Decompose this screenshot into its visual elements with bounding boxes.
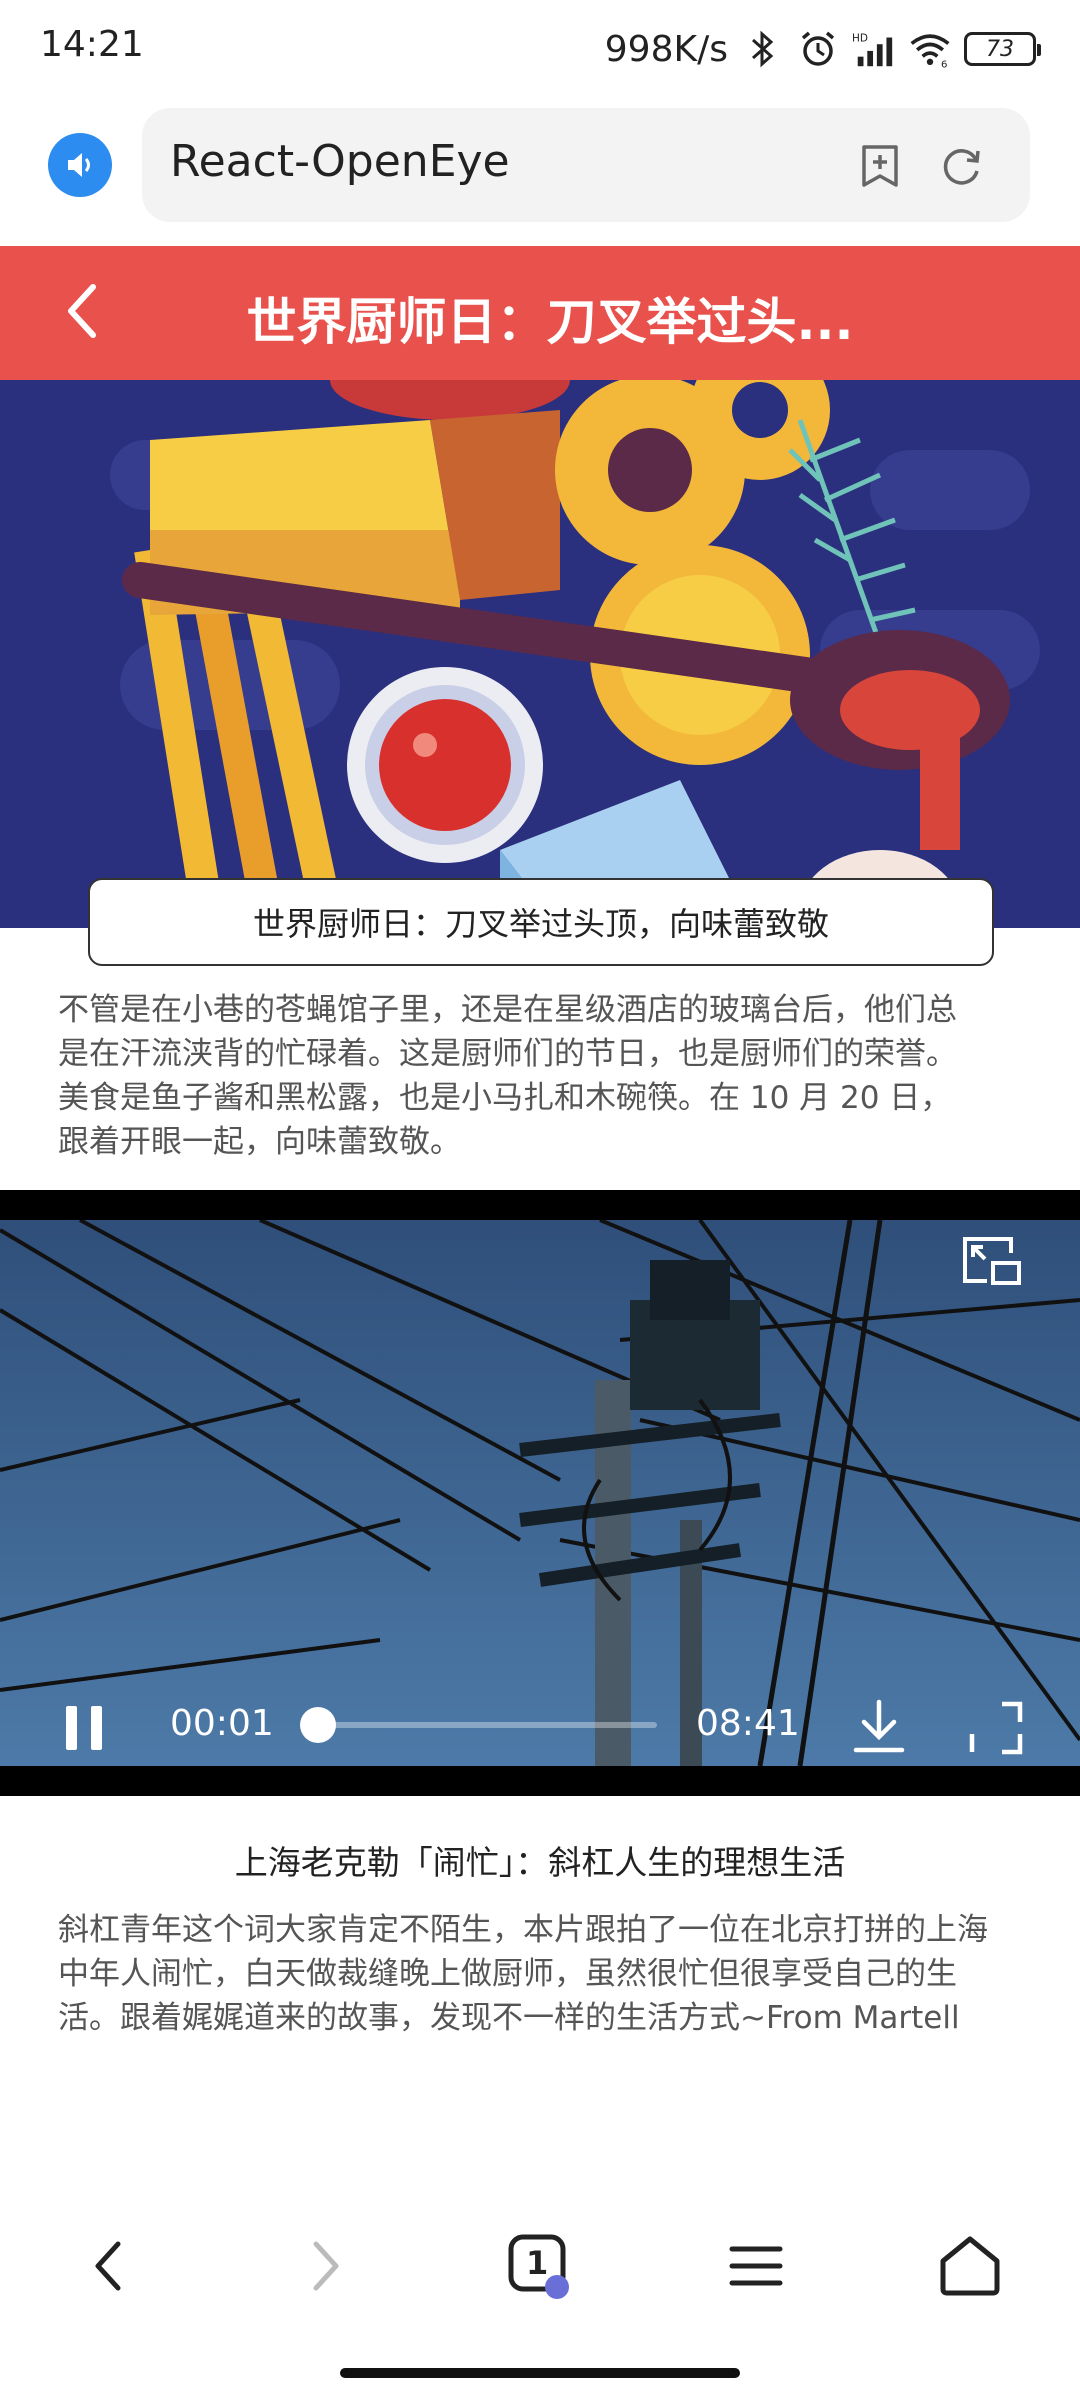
alarm-icon — [796, 27, 840, 71]
svg-text:6: 6 — [941, 59, 947, 69]
bookmark-add-icon[interactable] — [852, 138, 908, 194]
menu-button[interactable] — [706, 2216, 806, 2316]
description-line: 活。跟着娓娓道来的故事，发现不一样的生活方式~From Martell — [58, 2000, 960, 2036]
speaker-icon — [68, 153, 90, 177]
tabs-button[interactable]: 1 — [490, 2216, 590, 2316]
video-duration: 08:41 — [696, 1703, 800, 1744]
picture-in-picture-icon — [963, 1237, 1021, 1285]
hd-signal-icon: HD — [852, 27, 896, 71]
fullscreen-button[interactable] — [964, 1696, 1028, 1760]
home-button[interactable] — [920, 2216, 1020, 2316]
pause-button[interactable] — [52, 1696, 116, 1760]
description-line: 不管是在小巷的苍蝇馆子里，还是在星级酒店的玻璃台后，他们总 — [58, 992, 957, 1028]
download-button[interactable] — [846, 1692, 912, 1762]
description-line: 中年人闹忙，白天做裁缝晚上做厨师，虽然很忙但很享受自己的生 — [58, 1956, 957, 1992]
battery-level: 73 — [986, 36, 1014, 62]
video-description: 斜杠青年这个词大家肯定不陌生，本片跟拍了一位在北京打拼的上海 中年人闹忙，白天做… — [58, 1908, 1026, 2040]
description-line: 斜杠青年这个词大家肯定不陌生，本片跟拍了一位在北京打拼的上海 — [58, 1912, 988, 1948]
forward-icon — [313, 2241, 339, 2291]
menu-icon — [729, 2246, 783, 2286]
description-line: 是在汗流浃背的忙碌着。这是厨师们的节日，也是厨师们的荣誉。 — [58, 1036, 957, 1072]
article-cover-image — [0, 380, 1080, 928]
video-frame[interactable] — [0, 1220, 1080, 1766]
pause-icon — [66, 1706, 102, 1750]
refresh-icon[interactable] — [934, 138, 990, 194]
pip-button[interactable] — [956, 1226, 1026, 1296]
home-icon — [940, 2236, 1000, 2296]
description-line: 跟着开眼一起，向味蕾致敬。 — [58, 1124, 461, 1160]
status-time: 14:21 — [40, 24, 144, 65]
browser-toolbar: React-OpenEye — [0, 98, 1080, 246]
page-header: 世界厨师日：刀叉举过头... — [0, 246, 1080, 380]
page-url-title[interactable]: React-OpenEye — [170, 136, 510, 187]
article-caption: 世界厨师日：刀叉举过头顶，向味蕾致敬 — [88, 878, 994, 966]
video-player[interactable]: 00:01 08:41 — [0, 1190, 1080, 1796]
address-bar[interactable]: React-OpenEye — [142, 108, 1030, 222]
status-bar: 14:21 998K/s HD 6 73 — [0, 0, 1080, 98]
battery-icon: 73 — [964, 32, 1041, 66]
tab-count: 1 — [526, 2244, 549, 2282]
gesture-navigation-bar[interactable] — [340, 2368, 740, 2378]
video-title[interactable]: 上海老克勒「闹忙」：斜杠人生的理想生活 — [0, 1836, 1080, 1884]
article-description: 不管是在小巷的苍蝇馆子里，还是在星级酒店的玻璃台后，他们总 是在汗流浃背的忙碌着… — [58, 988, 1026, 1164]
browser-bottom-nav: 1 — [0, 2196, 1080, 2336]
food-illustration — [0, 380, 1080, 928]
fullscreen-icon — [969, 1701, 1023, 1755]
wifi-icon: 6 — [908, 27, 952, 71]
video-progress-knob[interactable] — [299, 1707, 336, 1743]
speaker-button[interactable] — [48, 133, 112, 197]
page-title: 世界厨师日：刀叉举过头... — [246, 293, 854, 351]
nav-back-button[interactable] — [58, 2216, 158, 2316]
back-icon — [95, 2241, 121, 2291]
video-still-power-lines — [0, 1220, 1080, 1766]
download-icon — [853, 1699, 905, 1753]
video-current-time: 00:01 — [170, 1703, 274, 1744]
nav-forward-button[interactable] — [276, 2216, 376, 2316]
network-speed: 998K/s — [604, 28, 728, 70]
svg-text:HD: HD — [852, 32, 868, 44]
header-back-button[interactable] — [48, 276, 118, 346]
video-progress-bar[interactable] — [299, 1707, 657, 1743]
description-line: 美食是鱼子酱和黑松露，也是小马扎和木碗筷。在 10 月 20 日， — [58, 1080, 952, 1116]
status-indicators: 998K/s HD 6 73 — [604, 24, 1041, 74]
chevron-left-icon — [68, 284, 96, 338]
bluetooth-icon — [740, 27, 784, 71]
